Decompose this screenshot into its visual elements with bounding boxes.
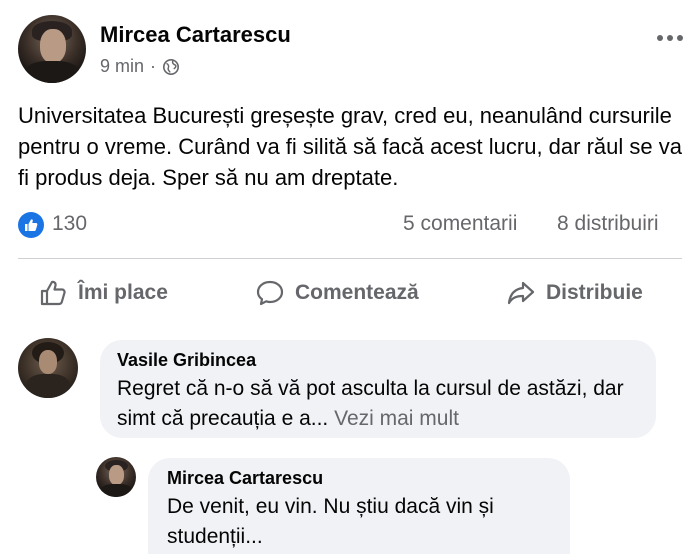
reply-author-name[interactable]: Mircea Cartarescu [167,468,323,489]
reply-text: De venit, eu vin. Nu știu dacă vin și st… [167,495,494,548]
globe-icon [163,58,180,75]
reaction-count[interactable]: 130 [52,212,87,236]
reply-author-avatar[interactable] [96,457,136,497]
share-button[interactable]: Distribuie [506,275,643,311]
thumbs-up-icon [40,280,66,306]
post-text: Universitatea București greșește grav, c… [18,103,682,190]
see-more-link[interactable]: Vezi mai mult [334,407,459,430]
comment-button-label: Comentează [295,281,419,304]
share-arrow-icon [507,281,535,305]
divider [18,258,682,259]
shares-count-link[interactable]: 8 distribuiri [557,212,659,236]
comment-bubble-icon [256,280,284,306]
comment-text: Regret că n-o să vă pot asculta la cursu… [117,374,647,434]
post-meta: 9 min · [100,56,180,77]
like-button[interactable]: Îmi place [38,275,168,311]
share-button-label: Distribuie [546,281,643,304]
more-icon [657,35,683,41]
post-time[interactable]: 9 min [100,56,144,77]
commenter-avatar[interactable] [18,338,78,398]
commenter-name[interactable]: Vasile Gribincea [117,350,256,371]
like-reaction-icon[interactable] [18,212,44,238]
more-options-button[interactable] [656,28,684,42]
post-author-name[interactable]: Mircea Cartarescu [100,22,291,48]
comment-button[interactable]: Comentează [255,275,419,311]
comments-count-link[interactable]: 5 comentarii [403,212,517,236]
author-avatar[interactable] [18,15,86,83]
like-button-label: Îmi place [78,281,168,304]
meta-separator: · [150,56,157,76]
